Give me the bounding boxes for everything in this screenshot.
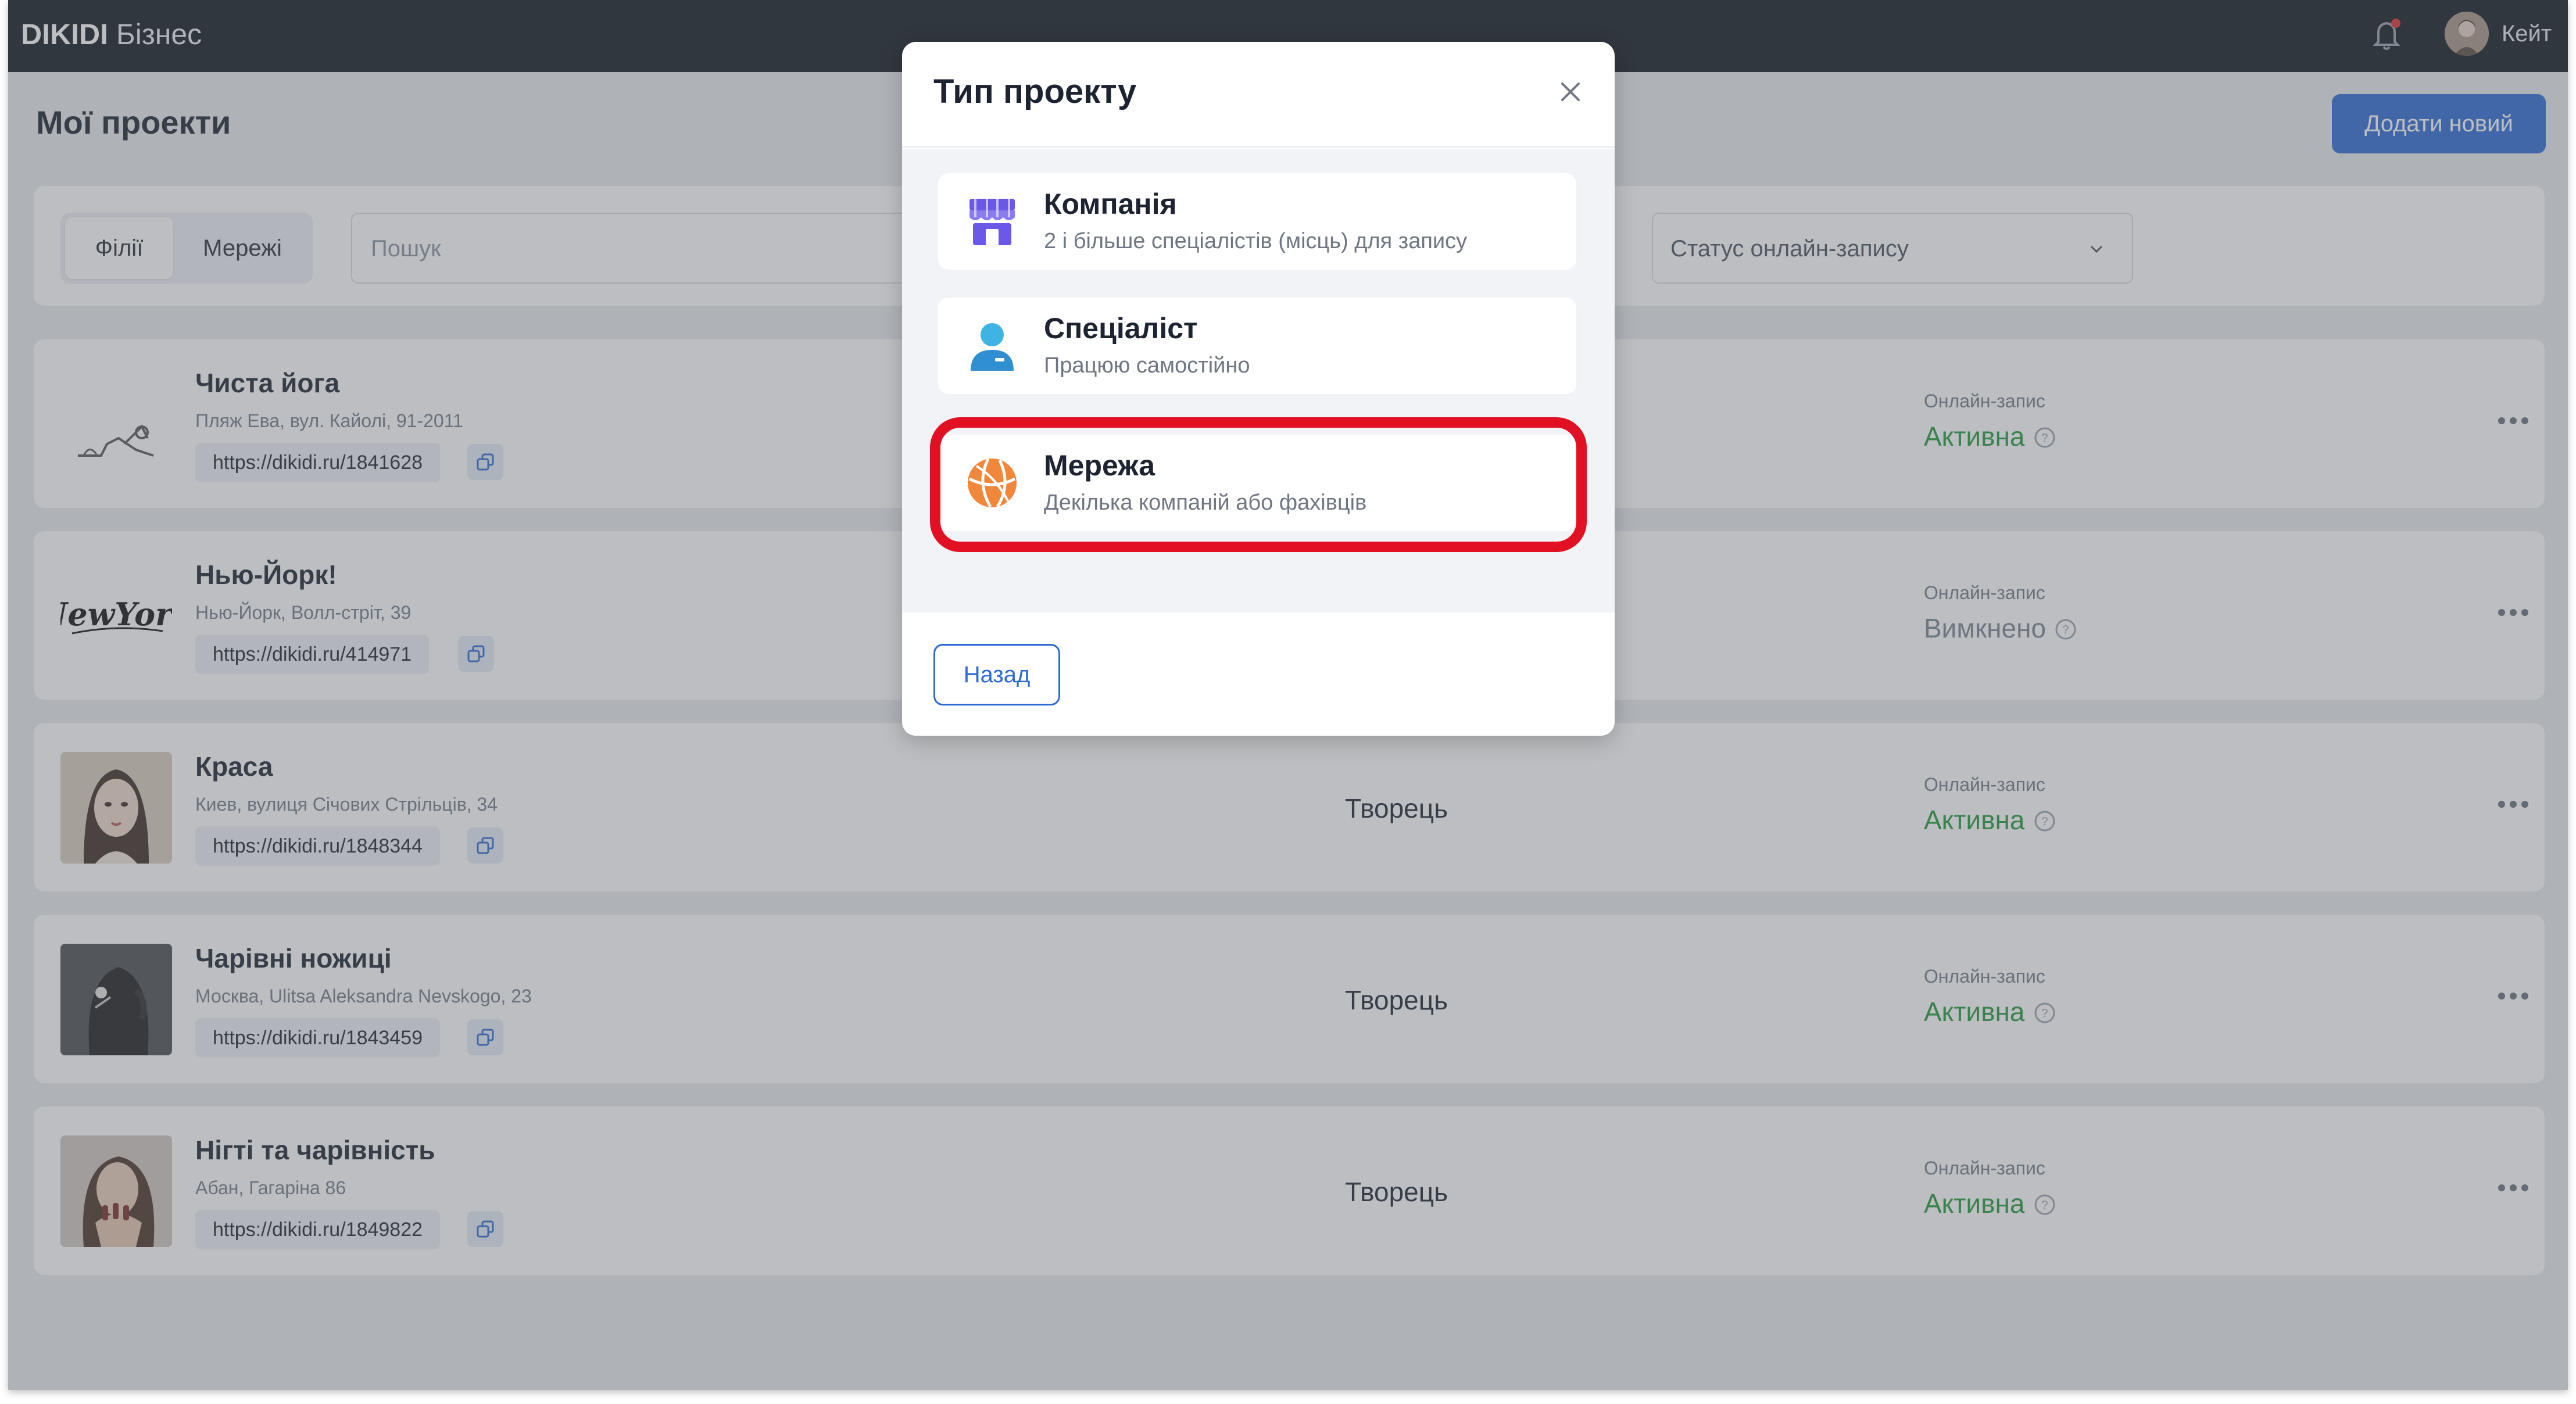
option-title: Компанія: [1044, 188, 1177, 220]
person-icon: [971, 323, 1014, 371]
app-window: DIKIDI Бізнес Кейт Мої проекти Додати но…: [8, 0, 2568, 1390]
dialog-body: Компанія 2 і більше спеціалістів (місць)…: [902, 149, 1615, 613]
project-type-dialog: Тип проекту Компанія 2 і більше спеціалі…: [902, 42, 1615, 736]
highlight-annotation: [930, 417, 1587, 552]
option-subtitle: 2 і більше спеціалістів (місць) для запи…: [1044, 229, 1468, 253]
storefront-icon: [969, 199, 1015, 245]
dialog-title: Тип проекту: [933, 73, 1137, 110]
option-subtitle: Працюю самостійно: [1044, 353, 1250, 378]
dialog-footer: Назад: [902, 614, 1615, 736]
back-button[interactable]: Назад: [933, 644, 1060, 705]
option-title: Спеціаліст: [1044, 312, 1198, 345]
close-icon[interactable]: [1553, 74, 1588, 109]
option-company[interactable]: Компанія 2 і більше спеціалістів (місць)…: [938, 173, 1576, 270]
option-specialist[interactable]: Спеціаліст Працюю самостійно: [938, 298, 1576, 394]
dialog-header: Тип проекту: [902, 42, 1615, 148]
